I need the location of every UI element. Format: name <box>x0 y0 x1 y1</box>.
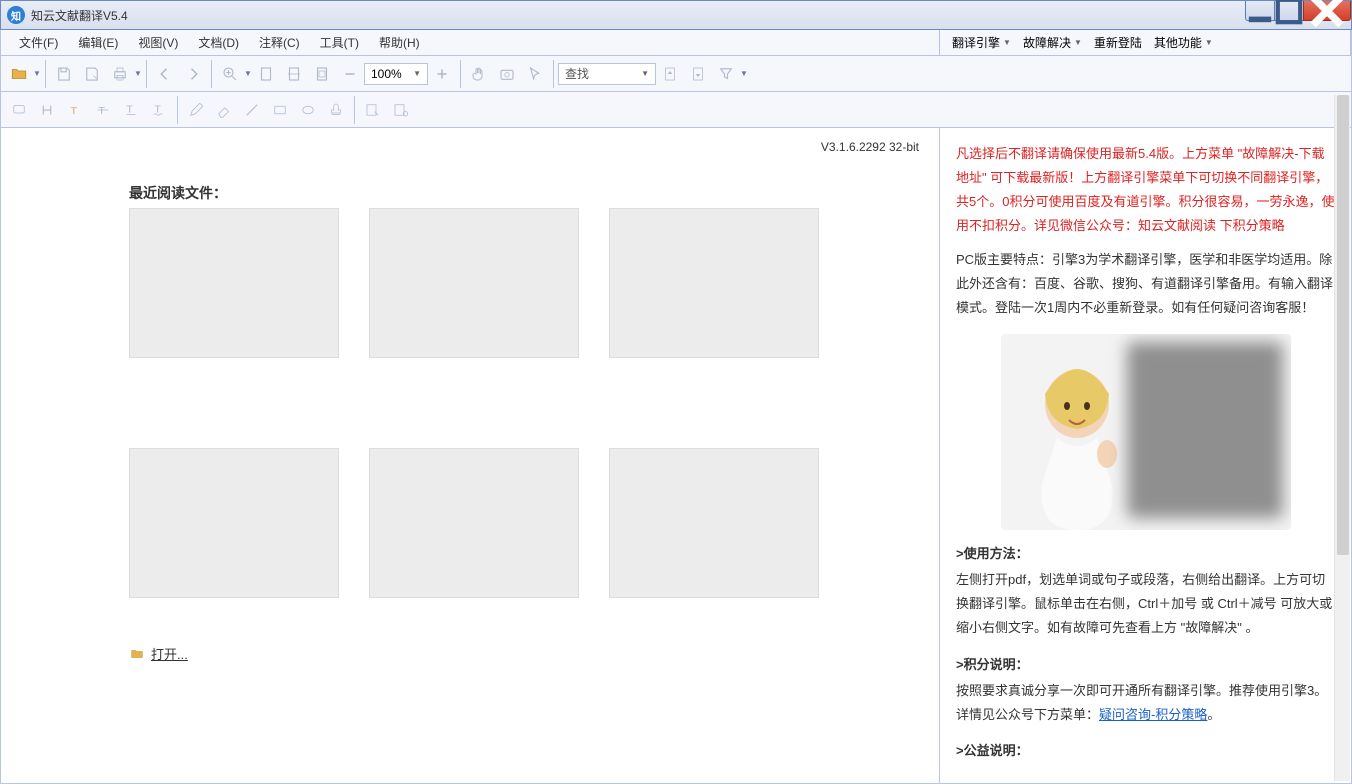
menu-help[interactable]: 帮助(H) <box>369 31 430 54</box>
select-tool-button[interactable] <box>521 60 549 88</box>
usage-title: >使用方法： <box>956 542 1335 566</box>
zoom-combo[interactable]: 100%▼ <box>364 63 428 85</box>
strikeout-button[interactable]: T <box>89 96 117 124</box>
search-next-button[interactable] <box>684 60 712 88</box>
snapshot-button[interactable] <box>493 60 521 88</box>
recent-file-thumb[interactable] <box>369 208 579 358</box>
maximize-button[interactable] <box>1274 1 1304 21</box>
menu-document[interactable]: 文档(D) <box>188 31 249 54</box>
recent-file-thumb[interactable] <box>609 208 819 358</box>
menu-file[interactable]: 文件(F) <box>9 31 68 54</box>
stamp-button[interactable] <box>322 96 350 124</box>
underline-button[interactable]: T <box>117 96 145 124</box>
app-title: 知云文献翻译V5.4 <box>31 7 128 24</box>
note-button[interactable] <box>5 96 33 124</box>
print-dropdown[interactable]: ▼ <box>134 60 142 88</box>
recent-file-thumb[interactable] <box>129 208 339 358</box>
line-button[interactable] <box>238 96 266 124</box>
fit-width-button[interactable] <box>280 60 308 88</box>
features-text: PC版主要特点：引擎3为学术翻译引擎，医学和非医学均适用。除此外还含有：百度、谷… <box>956 248 1335 320</box>
fit-visible-button[interactable] <box>308 60 336 88</box>
translation-pane: 凡选择后不翻译请确保使用最新5.4版。上方菜单 "故障解决-下载地址" 可下载最… <box>939 128 1351 783</box>
prev-page-button[interactable] <box>151 60 179 88</box>
open-folder-button[interactable] <box>5 60 33 88</box>
right-menu-trouble[interactable]: 故障解决▼ <box>1017 31 1088 54</box>
svg-text:T: T <box>127 103 134 115</box>
right-scrollbar[interactable] <box>1334 95 1350 781</box>
main-area: V3.1.6.2292 32-bit 最近阅读文件： 打开... 凡选择后不翻译… <box>0 128 1352 784</box>
qr-image-block <box>956 334 1335 530</box>
fit-page-button[interactable] <box>252 60 280 88</box>
right-content: 凡选择后不翻译请确保使用最新5.4版。上方菜单 "故障解决-下载地址" 可下载最… <box>940 128 1351 783</box>
edit-text-button[interactable] <box>359 96 387 124</box>
open-file-link[interactable]: 打开... <box>129 644 188 663</box>
svg-text:T: T <box>99 104 106 116</box>
search-prev-button[interactable] <box>656 60 684 88</box>
zoom-in-plus-button[interactable] <box>428 60 456 88</box>
window-controls <box>1246 1 1351 23</box>
recent-file-thumb[interactable] <box>369 448 579 598</box>
recent-files-title: 最近阅读文件： <box>129 183 227 203</box>
document-pane: V3.1.6.2292 32-bit 最近阅读文件： 打开... <box>1 128 939 783</box>
right-menu-bar: 翻译引擎▼ 故障解决▼ 重新登陆 其他功能▼ <box>939 30 1351 56</box>
zoom-in-dropdown[interactable]: ▼ <box>244 60 252 88</box>
person-illustration <box>1007 354 1147 530</box>
rect-button[interactable] <box>266 96 294 124</box>
oval-button[interactable] <box>294 96 322 124</box>
points-text: 按照要求真诚分享一次即可开通所有翻译引擎。推荐使用引擎3。详情见公众号下方菜单：… <box>956 679 1335 727</box>
squiggly-button[interactable]: T <box>145 96 173 124</box>
right-menu-relogin[interactable]: 重新登陆 <box>1088 31 1148 54</box>
menu-view[interactable]: 视图(V) <box>128 31 188 54</box>
points-link[interactable]: 疑问咨询-积分策略 <box>1099 707 1207 722</box>
recent-file-thumb[interactable] <box>129 448 339 598</box>
minimize-button[interactable] <box>1245 1 1275 21</box>
title-bar: 知 知云文献翻译V5.4 <box>0 0 1352 30</box>
zoom-in-button[interactable] <box>216 60 244 88</box>
toolbar-row-2: T T T T <box>0 92 1352 128</box>
points-title: >积分说明： <box>956 653 1335 677</box>
eraser-button[interactable] <box>210 96 238 124</box>
menu-edit[interactable]: 编辑(E) <box>68 31 128 54</box>
app-icon: 知 <box>7 6 25 24</box>
version-label: V3.1.6.2292 32-bit <box>821 140 919 154</box>
qr-code-blurred <box>1127 342 1283 518</box>
advanced-search-button[interactable] <box>712 60 740 88</box>
right-menu-other[interactable]: 其他功能▼ <box>1148 31 1219 54</box>
next-page-button[interactable] <box>179 60 207 88</box>
save-as-button[interactable] <box>78 60 106 88</box>
open-dropdown[interactable]: ▼ <box>33 60 41 88</box>
toolbar-row-1: ▼ ▼ ▼ 100%▼ 查找▼ ▼ <box>0 56 1352 92</box>
save-button[interactable] <box>50 60 78 88</box>
usage-text: 左侧打开pdf，划选单词或句子或段落，右侧给出翻译。上方可切换翻译引擎。鼠标单击… <box>956 568 1335 640</box>
folder-icon <box>129 647 145 661</box>
advanced-search-dropdown[interactable]: ▼ <box>740 60 748 88</box>
recent-file-thumb[interactable] <box>609 448 819 598</box>
hand-tool-button[interactable] <box>465 60 493 88</box>
highlight-button[interactable]: T <box>61 96 89 124</box>
recent-files-grid <box>129 208 819 598</box>
right-menu-engine[interactable]: 翻译引擎▼ <box>946 31 1017 54</box>
notice-text: 凡选择后不翻译请确保使用最新5.4版。上方菜单 "故障解决-下载地址" 可下载最… <box>956 142 1335 238</box>
edit-image-button[interactable] <box>387 96 415 124</box>
text-select-button[interactable] <box>33 96 61 124</box>
close-button[interactable] <box>1303 1 1351 21</box>
menu-comment[interactable]: 注释(C) <box>249 31 310 54</box>
menu-tool[interactable]: 工具(T) <box>310 31 369 54</box>
print-button[interactable] <box>106 60 134 88</box>
svg-text:T: T <box>71 104 78 116</box>
pencil-button[interactable] <box>182 96 210 124</box>
search-combo[interactable]: 查找▼ <box>558 63 656 85</box>
zoom-out-minus-button[interactable] <box>336 60 364 88</box>
charity-title: >公益说明： <box>956 739 1335 763</box>
